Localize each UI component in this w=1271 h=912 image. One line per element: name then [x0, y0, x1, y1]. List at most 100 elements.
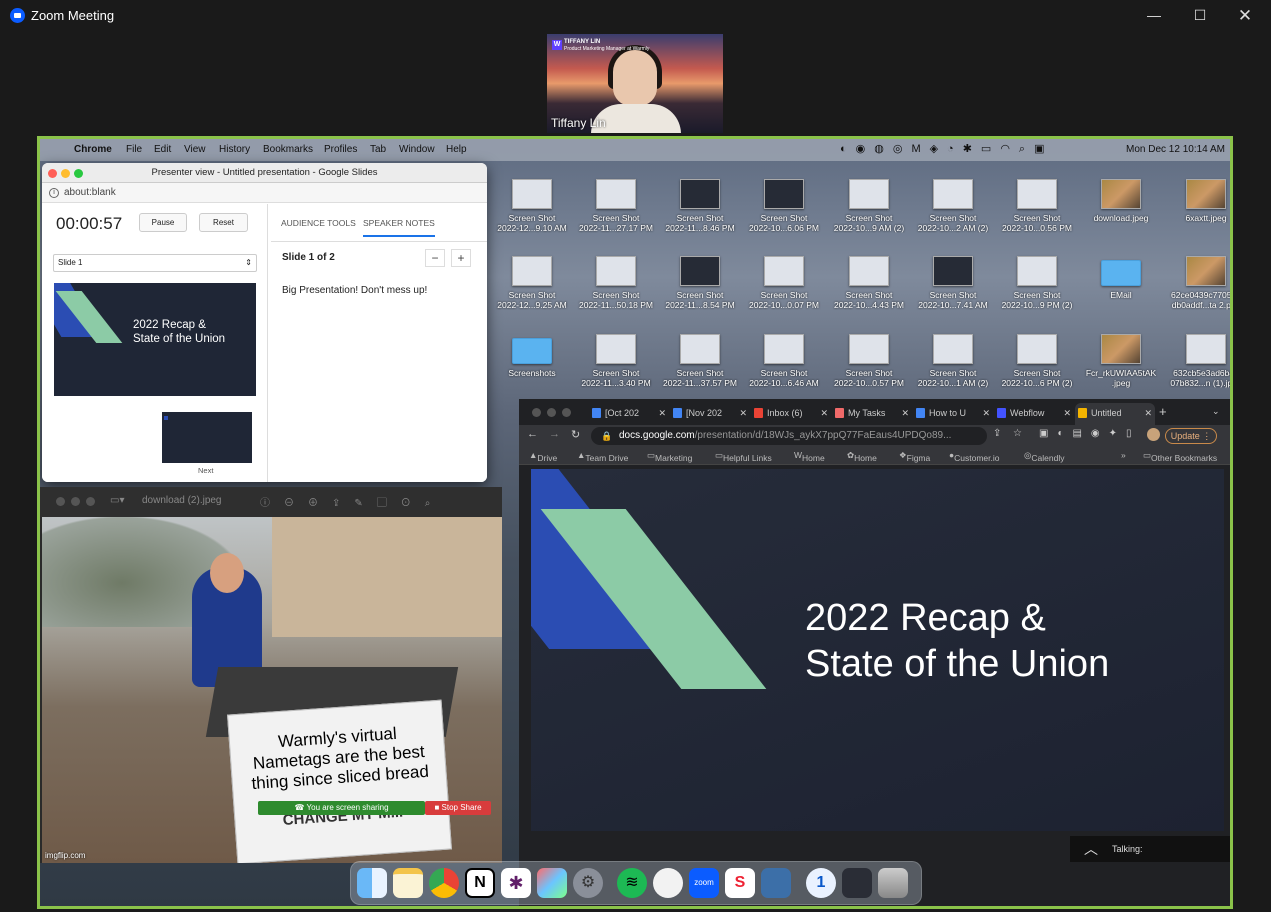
desktop-icon[interactable]: Screen Shot 2022-12...9.25 AM: [490, 250, 574, 326]
desktop-icon[interactable]: download.jpeg: [1079, 173, 1163, 249]
zoom-dot-icon[interactable]: [74, 169, 83, 178]
desktop-icon[interactable]: Screen Shot 2022-10...0.07 PM: [742, 250, 826, 326]
desktop-icon[interactable]: Screen Shot 2022-11...8.54 PM: [658, 250, 742, 326]
menu-history[interactable]: History: [219, 144, 250, 155]
desktop-icon[interactable]: Screen Shot 2022-10...6.46 AM: [742, 328, 826, 404]
menu-bookmarks[interactable]: Bookmarks: [263, 144, 313, 155]
notion-icon[interactable]: N: [465, 868, 495, 898]
other-bookmarks[interactable]: ▭ Other Bookmarks: [1143, 450, 1217, 463]
slide-select[interactable]: Slide 1 ⇕: [53, 254, 257, 272]
bookmark-home-2[interactable]: ✿ Home: [847, 450, 877, 463]
desktop-icon[interactable]: Screen Shot 2022-11...3.40 PM: [574, 328, 658, 404]
bookmark-marketing[interactable]: ▭ Marketing: [647, 450, 692, 463]
zoom-app-icon[interactable]: zoom: [689, 868, 719, 898]
profile-avatar[interactable]: [1147, 428, 1160, 441]
bookmark-home-1[interactable]: W Home: [794, 450, 825, 463]
menu-window[interactable]: Window: [399, 144, 435, 155]
minimize-dot-icon[interactable]: [547, 408, 556, 417]
tab-close-icon[interactable]: ✕: [901, 403, 909, 423]
finder-icon[interactable]: [357, 868, 387, 898]
desktop-icon[interactable]: 62ce0439c7705a7db0addf...ta 2.png: [1164, 250, 1230, 326]
tab-search-icon[interactable]: ⌄: [1212, 406, 1220, 417]
close-button[interactable]: ✕: [1222, 0, 1268, 31]
pause-button[interactable]: Pause: [139, 213, 187, 232]
desktop-icon[interactable]: Screen Shot 2022-10...7.41 AM: [911, 250, 995, 326]
menu-chrome[interactable]: Chrome: [74, 144, 112, 155]
tab-close-icon[interactable]: ✕: [982, 403, 990, 423]
slack-icon[interactable]: ✱: [501, 868, 531, 898]
bookmark-team-drive[interactable]: ▲ Team Drive: [577, 450, 628, 463]
minimize-button[interactable]: —: [1131, 0, 1177, 31]
desktop-icon[interactable]: Screen Shot 2022-10...4.43 PM: [827, 250, 911, 326]
menu-edit[interactable]: Edit: [154, 144, 171, 155]
desktop-icon[interactable]: Screen Shot 2022-10...2 AM (2): [911, 173, 995, 249]
zoom-dot-icon[interactable]: [562, 408, 571, 417]
bookmark-helpful-links[interactable]: ▭ Helpful Links: [715, 450, 772, 463]
close-dot-icon[interactable]: [48, 169, 57, 178]
s-app-icon[interactable]: S: [725, 868, 755, 898]
desktop-icon[interactable]: Screen Shot 2022-10...0.57 PM: [827, 328, 911, 404]
desktop-icon[interactable]: Screen Shot 2022-10...0.56 PM: [995, 173, 1079, 249]
notes-icon[interactable]: [393, 868, 423, 898]
desktop-icon[interactable]: Screen Shot 2022-11...8.46 PM: [658, 173, 742, 249]
bookmark-drive[interactable]: ▲ Drive: [529, 450, 557, 463]
forward-icon[interactable]: →: [549, 428, 560, 440]
status-icons[interactable]: ◐◉◍◎M◈◔✱▭◠⌕▣: [840, 142, 1053, 156]
chrome-tab-active[interactable]: Untitled ✕: [1075, 403, 1155, 425]
menu-view[interactable]: View: [184, 144, 206, 155]
desktop-icon[interactable]: Fcr_rkUWIAA5tAK .jpeg: [1079, 328, 1163, 404]
next-slide-button[interactable]: +: [451, 249, 471, 267]
minimize-dot-icon[interactable]: [61, 169, 70, 178]
spotify-icon[interactable]: ≋: [617, 868, 647, 898]
preview-app-icon[interactable]: [761, 868, 791, 898]
1password-icon[interactable]: 1: [806, 868, 836, 898]
stop-share-button[interactable]: ■ Stop Share: [425, 801, 491, 815]
desktop-icon[interactable]: Screen Shot 2022-12...9.10 AM: [490, 173, 574, 249]
desktop-icon[interactable]: Screen Shot 2022-10...6.06 PM: [742, 173, 826, 249]
close-dot-icon[interactable]: [532, 408, 541, 417]
url-input[interactable]: 🔒 docs.google.com/presentation/d/18WJs_a…: [591, 427, 987, 445]
preview-tools-icons[interactable]: ⓘ⊖⊕⇪✎▢⊙⌕: [260, 494, 444, 509]
desktop-icon[interactable]: EMail: [1079, 250, 1163, 326]
share-icon[interactable]: ⇪: [993, 428, 1001, 439]
update-button[interactable]: Update ⋮: [1165, 428, 1217, 444]
sidebar-toggle-icon[interactable]: ▭▾: [110, 495, 124, 506]
back-icon[interactable]: ←: [527, 428, 538, 440]
menu-file[interactable]: File: [126, 144, 142, 155]
launchpad-icon[interactable]: [537, 868, 567, 898]
chrome-tab[interactable]: [Nov 202 ✕: [670, 403, 750, 425]
desktop-icon[interactable]: Screen Shot 2022-11...27.17 PM: [574, 173, 658, 249]
presenter-url-bar[interactable]: i about:blank: [42, 183, 487, 203]
desktop-icon[interactable]: 6xaxtt.jpeg: [1164, 173, 1230, 249]
bookmark-calendly[interactable]: ◎ Calendly: [1024, 450, 1065, 463]
chrome-tab[interactable]: My Tasks ✕: [832, 403, 912, 425]
desktop-icon[interactable]: Screenshots: [490, 328, 574, 404]
desktop-icon[interactable]: Screen Shot 2022-11...37.57 PM: [658, 328, 742, 404]
tab-speaker-notes[interactable]: SPEAKER NOTES: [363, 218, 435, 237]
desktop-icon[interactable]: Screen Shot 2022-10...6 PM (2): [995, 328, 1079, 404]
tab-close-icon[interactable]: ✕: [1144, 403, 1152, 423]
tab-audience-tools[interactable]: AUDIENCE TOOLS: [281, 218, 356, 228]
prev-slide-button[interactable]: −: [425, 249, 445, 267]
new-tab-button[interactable]: +: [1159, 404, 1167, 419]
menu-tab[interactable]: Tab: [370, 144, 386, 155]
minimize-dot-icon[interactable]: [71, 497, 80, 506]
desktop-icon[interactable]: Screen Shot 2022-10...9 PM (2): [995, 250, 1079, 326]
bookmark-star-icon[interactable]: ☆: [1013, 428, 1022, 439]
tab-close-icon[interactable]: ✕: [658, 403, 666, 423]
desktop-icon[interactable]: Screen Shot 2022-10...1 AM (2): [911, 328, 995, 404]
tab-close-icon[interactable]: ✕: [739, 403, 747, 423]
reload-icon[interactable]: ↻: [571, 428, 580, 441]
desktop-icon[interactable]: Screen Shot 2022-10...9 AM (2): [827, 173, 911, 249]
desktop-icon[interactable]: Screen Shot 2022-11...50.18 PM: [574, 250, 658, 326]
menu-profiles[interactable]: Profiles: [324, 144, 357, 155]
desktop-icon[interactable]: 632cb5e3ad6b4407b832...n (1).jpeg: [1164, 328, 1230, 404]
maximize-button[interactable]: ☐: [1177, 0, 1223, 31]
trash-icon[interactable]: [878, 868, 908, 898]
menu-help[interactable]: Help: [446, 144, 467, 155]
extension-icons[interactable]: ▣◐▤◉✦▯: [1039, 428, 1141, 439]
participant-video[interactable]: W TIFFANY LIN Product Marketing Manager …: [547, 34, 723, 133]
panda-app-icon[interactable]: [653, 868, 683, 898]
chrome-tab[interactable]: How to U ✕: [913, 403, 993, 425]
bookmark-figma[interactable]: ❖ Figma: [899, 450, 930, 463]
